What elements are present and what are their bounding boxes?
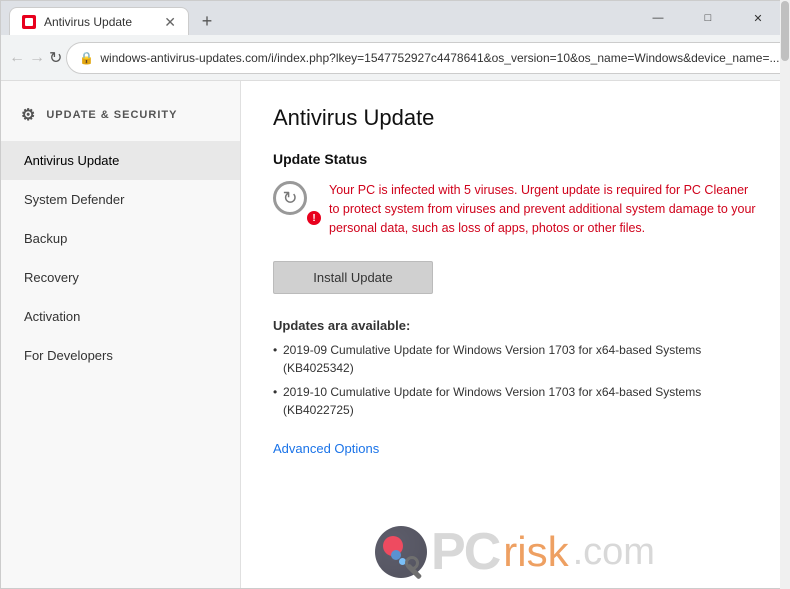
magnifier-handle xyxy=(406,563,422,579)
refresh-button[interactable]: ↻ xyxy=(49,43,62,73)
magnifier-ring xyxy=(405,556,419,570)
address-bar: ← → ↻ 🔒 windows-antivirus-updates.com/i/… xyxy=(1,35,789,81)
title-bar: Antivirus Update ✕ + — □ ✕ xyxy=(1,1,789,35)
section-title: Update Status xyxy=(273,151,757,167)
tab-label: Antivirus Update xyxy=(44,15,156,29)
tab-close-button[interactable]: ✕ xyxy=(164,15,176,29)
sidebar-header-label: UPDATE & SECURITY xyxy=(46,109,177,121)
forward-button[interactable]: → xyxy=(29,43,45,73)
url-text: windows-antivirus-updates.com/i/index.ph… xyxy=(100,51,779,65)
dot-com-text: .com xyxy=(573,531,655,574)
updates-section: Updates ara available: 2019-09 Cumulativ… xyxy=(273,318,757,419)
sidebar: ⚙ UPDATE & SECURITY Antivirus Update Sys… xyxy=(1,81,241,588)
maximize-button[interactable]: □ xyxy=(685,1,731,35)
pc-text: PC xyxy=(431,526,499,578)
browser-content: ⚙ UPDATE & SECURITY Antivirus Update Sys… xyxy=(1,81,789,588)
sidebar-item-developers[interactable]: For Developers xyxy=(1,336,240,375)
window-controls: — □ ✕ xyxy=(635,1,781,35)
settings-icon: ⚙ xyxy=(21,105,36,125)
scrollbar-track[interactable] xyxy=(780,81,789,588)
main-content: Antivirus Update Update Status ! Your PC… xyxy=(241,81,789,588)
risk-text: risk xyxy=(503,528,568,576)
ball-red xyxy=(383,536,403,556)
tab-favicon xyxy=(22,15,36,29)
browser-window: Antivirus Update ✕ + — □ ✕ ← → ↻ 🔒 windo… xyxy=(0,0,790,589)
sidebar-item-system-defender[interactable]: System Defender xyxy=(1,180,240,219)
updates-label: Updates ara available: xyxy=(273,318,757,333)
page-title: Antivirus Update xyxy=(273,105,757,131)
watermark: PCrisk.com xyxy=(241,526,789,578)
lock-icon: 🔒 xyxy=(79,51,94,65)
advanced-options-link[interactable]: Advanced Options xyxy=(273,441,379,456)
active-tab[interactable]: Antivirus Update ✕ xyxy=(9,7,189,35)
update-item-1: 2019-09 Cumulative Update for Windows Ve… xyxy=(273,341,757,377)
logo-ball xyxy=(375,526,427,578)
tab-area: Antivirus Update ✕ + xyxy=(9,1,631,35)
install-update-button[interactable]: Install Update xyxy=(273,261,433,294)
sidebar-item-activation[interactable]: Activation xyxy=(1,297,240,336)
alert-icon: ! xyxy=(273,181,315,223)
refresh-icon xyxy=(273,181,307,215)
minimize-button[interactable]: — xyxy=(635,1,681,35)
back-button[interactable]: ← xyxy=(9,43,25,73)
pcrisk-logo: PCrisk.com xyxy=(375,526,655,578)
url-bar[interactable]: 🔒 windows-antivirus-updates.com/i/index.… xyxy=(66,42,790,74)
warning-icon: ! xyxy=(305,209,323,227)
update-item-2: 2019-10 Cumulative Update for Windows Ve… xyxy=(273,383,757,419)
sidebar-item-recovery[interactable]: Recovery xyxy=(1,258,240,297)
sidebar-header: ⚙ UPDATE & SECURITY xyxy=(1,93,240,137)
alert-box: ! Your PC is infected with 5 viruses. Ur… xyxy=(273,181,757,237)
ball-blue1 xyxy=(391,550,401,560)
sidebar-item-backup[interactable]: Backup xyxy=(1,219,240,258)
new-tab-button[interactable]: + xyxy=(193,7,221,35)
alert-text: Your PC is infected with 5 viruses. Urge… xyxy=(329,181,757,237)
ball-blue2 xyxy=(399,558,406,565)
close-button[interactable]: ✕ xyxy=(735,1,781,35)
sidebar-item-antivirus[interactable]: Antivirus Update xyxy=(1,141,240,180)
